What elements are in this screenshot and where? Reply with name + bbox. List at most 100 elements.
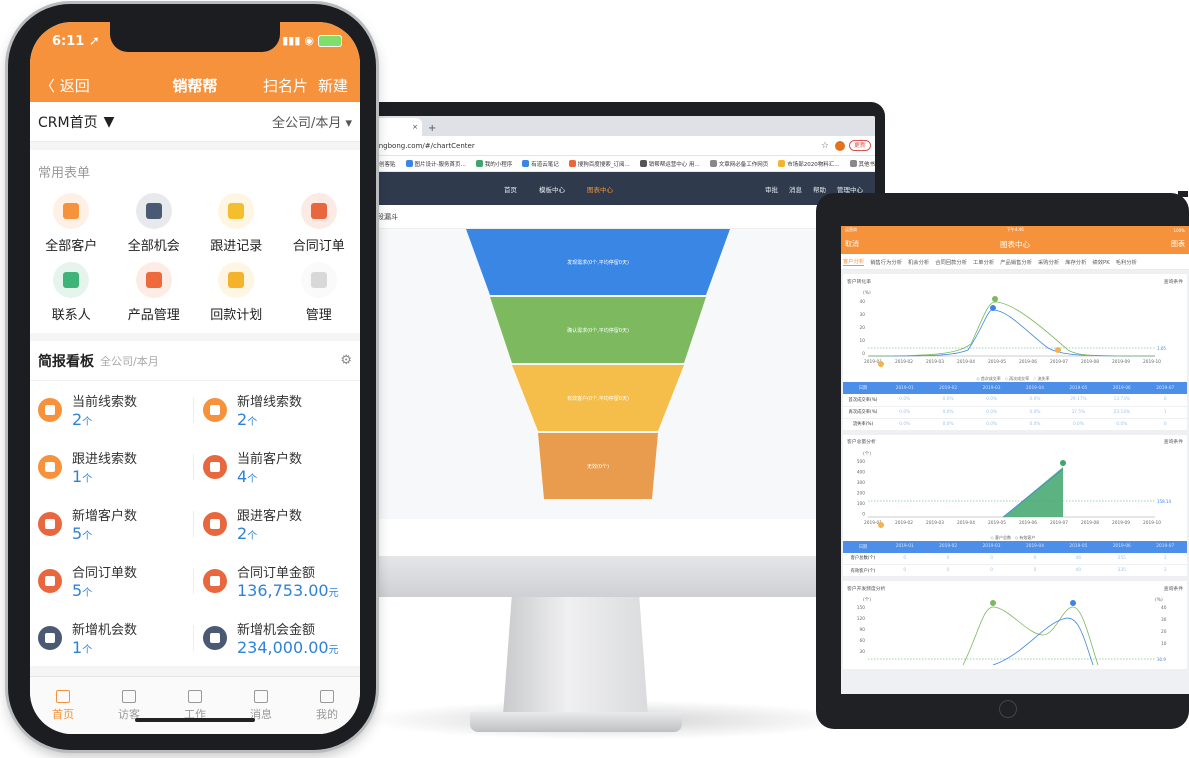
bookmark-item[interactable]: 搜狗百度搜索_订阅... (568, 160, 630, 168)
nav-item[interactable]: 帮助 (813, 184, 826, 194)
form-shortcut[interactable]: 全部客户 (30, 193, 113, 254)
legend-item[interactable]: ◇ 客户总数 (991, 535, 1011, 540)
browser-tab[interactable]: × (370, 118, 422, 136)
legend-item[interactable]: ◇ 流失率 (1033, 376, 1049, 381)
tab-item[interactable]: 绩效PK (1092, 258, 1109, 266)
tab-home[interactable]: 首页 (30, 677, 96, 734)
profile-avatar[interactable] (834, 140, 845, 151)
address-bar[interactable]: bongbong.com/#/chartCenter ☆ 更新 (370, 136, 875, 156)
bookmark-item[interactable]: 市场部2020物料汇... (778, 160, 840, 168)
stat-text: 跟进线索数 1个 (72, 448, 137, 486)
bookmark-icon (849, 160, 857, 167)
form-shortcut[interactable]: 跟进记录 (195, 193, 278, 254)
stat-item[interactable]: 当前线索数 2个 (30, 391, 195, 429)
crm-selector[interactable]: CRM首页 ▼ 全公司/本月 ▾ (30, 102, 360, 142)
query-button[interactable]: 查询条件 (1164, 585, 1183, 592)
home-button[interactable] (999, 700, 1017, 718)
row-label: 客户总数(个) (843, 552, 883, 565)
form-shortcut[interactable]: 回款计划 (195, 262, 278, 323)
bookmark-item[interactable]: 我的小程序 (475, 160, 512, 168)
nav-item[interactable]: 首页 (504, 184, 517, 194)
form-shortcut[interactable]: 产品管理 (113, 262, 196, 323)
tab-item[interactable]: 销售行为分析 (870, 258, 902, 266)
tab-item[interactable]: 采购分析 (1038, 258, 1059, 266)
chart-menu-button[interactable]: 图表 (1171, 239, 1185, 249)
funnel-stage[interactable]: 确认需求(0个,平均停留0天) (490, 297, 706, 363)
table-header-cell: 日期 (843, 540, 883, 553)
tab-message[interactable]: 消息 (228, 677, 294, 734)
stat-item[interactable]: 跟进客户数 2个 (193, 505, 360, 543)
legend-item[interactable]: ◇ 有效客户 (1015, 535, 1035, 540)
nav-item[interactable]: 审批 (765, 184, 778, 194)
table-cell: 235 (1100, 564, 1144, 577)
tab-item[interactable]: 毛利分析 (1116, 258, 1137, 266)
funnel-stage[interactable]: 无效(0个) (538, 433, 658, 499)
funnel-stage[interactable]: 有效客户(0个,平均停留0天) (512, 365, 684, 431)
table-cell: 0 (1143, 394, 1187, 407)
tab-item[interactable]: 产品销售分析 (1000, 258, 1032, 266)
stat-label: 新增机会数 (72, 622, 138, 638)
form-shortcut[interactable]: 管理 (278, 262, 361, 323)
legend-item[interactable]: ◇ 首次成交率 (976, 376, 1000, 381)
bookmark-item[interactable]: 文章网必备工作网页 (709, 160, 768, 168)
tab-item[interactable]: 工单分析 (973, 258, 994, 266)
stat-item[interactable]: 当前客户数 4个 (193, 448, 360, 486)
update-button[interactable]: 更新 (848, 140, 871, 151)
bookmark-item[interactable]: 有道云笔记 (522, 160, 559, 168)
bookmark-item[interactable]: 销帮帮运营中心 用... (639, 160, 700, 168)
stat-item[interactable]: 合同订单金额 136,753.00元 (193, 562, 360, 600)
query-button[interactable]: 查询条件 (1164, 278, 1183, 285)
stage-funnel-chart: 发现需求(0个,平均停留0天) 确认需求(0个,平均停留0天) 有效客户(0个,平均… (370, 229, 875, 519)
nav-item[interactable]: 管理中心 (837, 184, 863, 194)
stat-value: 2个 (72, 410, 137, 429)
status-time-text: 6:11 (52, 34, 85, 49)
stat-item[interactable]: 跟进线索数 1个 (30, 448, 195, 486)
tab-item[interactable]: 机会分析 (908, 258, 929, 266)
stat-item[interactable]: 新增线索数 2个 (193, 391, 360, 429)
nav-item[interactable]: 图表中心 (587, 184, 613, 194)
stat-number: 1 (72, 637, 83, 657)
legend-item[interactable]: ◇ 再次成交率 (1005, 376, 1029, 381)
stat-icon (203, 454, 227, 479)
cancel-button[interactable]: 取消 (845, 239, 859, 249)
stat-item[interactable]: 合同订单数 5个 (30, 562, 195, 600)
stat-item[interactable]: 新增机会数 1个 (30, 619, 195, 657)
bookmark-label: 有道云笔记 (531, 161, 559, 168)
star-icon[interactable]: ☆ (821, 141, 829, 151)
y-tick-label: 0 (862, 511, 865, 517)
stat-number: 2 (237, 409, 248, 429)
slider-handle[interactable] (878, 361, 884, 367)
back-button[interactable]: 〈 返回 (40, 75, 90, 96)
slider-handle[interactable] (878, 521, 884, 528)
tab-item[interactable]: 客户分析 (843, 257, 865, 266)
scope-selector[interactable]: 全公司/本月 ▾ (272, 112, 352, 131)
tab-profile[interactable]: 我的 (294, 677, 360, 734)
url-text[interactable]: bongbong.com/#/chartCenter (370, 142, 821, 150)
stat-item[interactable]: 新增机会金额 234,000.00元 (193, 619, 360, 657)
table-row: 再次成交率(%) 0.0% 0.0% 0.0% 0.0% 37.5% 23.14% 1 (843, 406, 1187, 419)
form-shortcut[interactable]: 合同订单 (278, 193, 361, 254)
tab-item[interactable]: 库存分析 (1065, 258, 1086, 266)
peak-marker (990, 305, 996, 311)
board-header: 简报看板 全公司/本月 ⚙ (30, 341, 360, 381)
bookmark-item[interactable]: 图片设计-服务首页... (405, 160, 466, 168)
tab-visitor[interactable]: 访客 (96, 677, 162, 734)
stat-item[interactable]: 新增客户数 5个 (30, 505, 195, 543)
tab-work[interactable]: 工作 (162, 677, 228, 734)
table-cell: 0 (969, 564, 1014, 577)
gear-icon[interactable]: ⚙ (340, 353, 352, 368)
bookmark-item[interactable]: 其他书签 (849, 160, 875, 168)
scan-card-button[interactable]: 扫名片 (263, 75, 308, 96)
nav-item[interactable]: 模板中心 (539, 184, 565, 194)
nav-item[interactable]: 消息 (789, 184, 802, 194)
tab-item[interactable]: 合同回款分析 (935, 258, 967, 266)
stat-text: 合同订单金额 136,753.00元 (237, 562, 339, 600)
new-button[interactable]: 新建 (318, 75, 348, 96)
query-button[interactable]: 查询条件 (1164, 438, 1183, 445)
new-tab-button[interactable]: + (428, 123, 436, 134)
tab-close-icon[interactable]: × (412, 123, 418, 131)
stat-number: 1 (72, 466, 83, 486)
form-shortcut[interactable]: 联系人 (30, 262, 113, 323)
form-shortcut[interactable]: 全部机会 (113, 193, 196, 254)
funnel-stage[interactable]: 发现需求(0个,平均停留0天) (466, 229, 730, 295)
